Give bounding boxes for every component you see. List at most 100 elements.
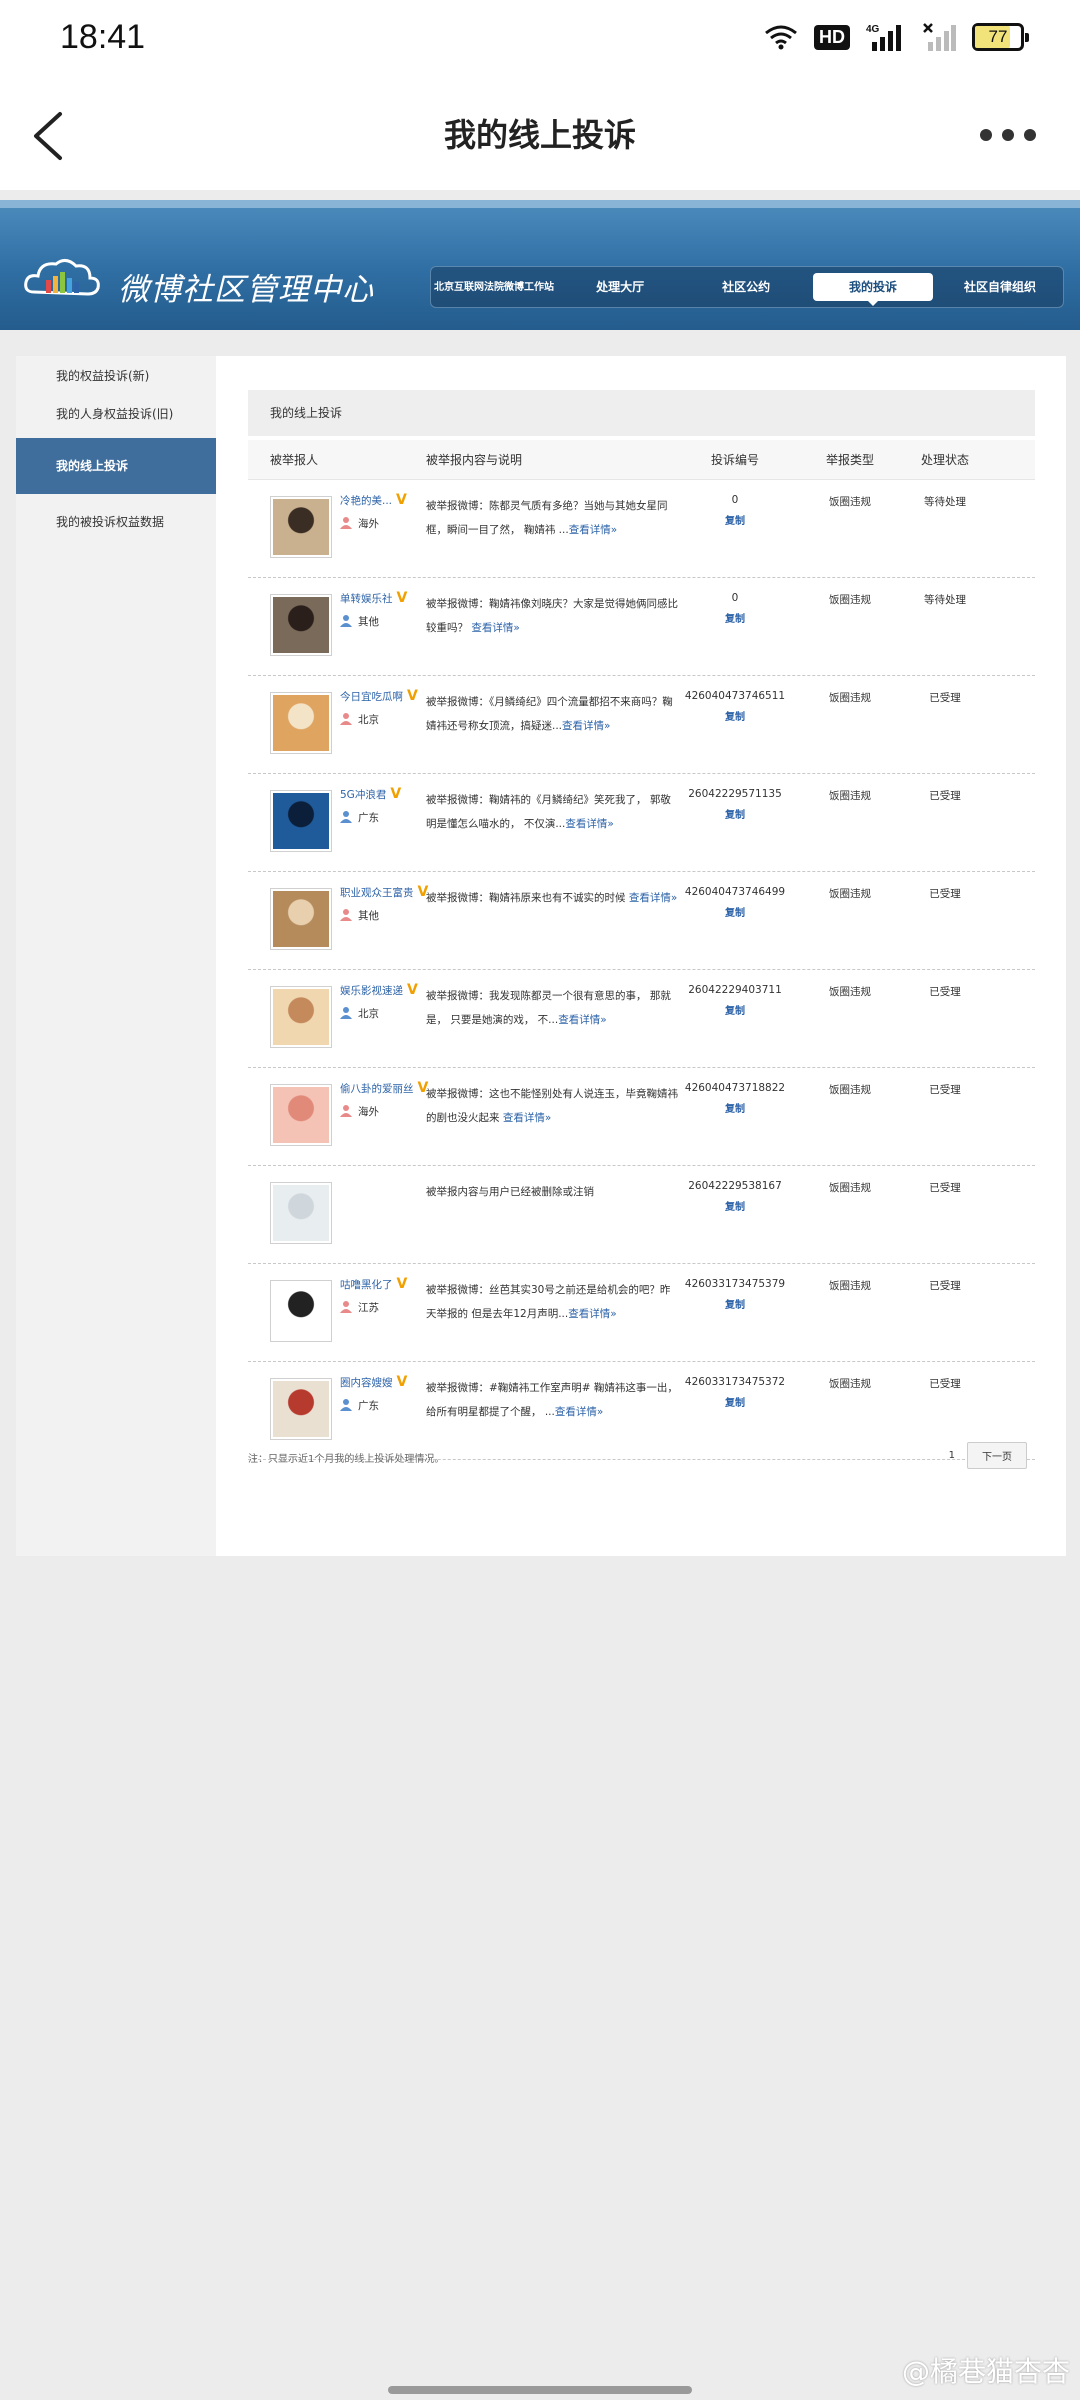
content-text: 被举报微博：鞠婧祎的《月鳞绮纪》笑死我了， 郭敬明是懂怎么喵水的， 不仅演... [426,794,671,830]
user-name-text[interactable]: 咕噜黑化了 [340,1279,393,1291]
table-row: 职业观众王富贵 V 其他 被举报微博：鞠婧祎原来也有不诚实的时候 查看详情» 42… [248,872,1035,970]
verified-badge-icon: V [407,688,418,704]
complaint-number: 426033173475372 [684,1376,786,1388]
reported-user-name[interactable]: 今日宜吃瓜啊 V [340,688,418,704]
complaint-number: 426040473746511 [684,690,786,702]
reported-user-cell [248,1166,424,1263]
user-name-text[interactable]: 今日宜吃瓜啊 [340,691,403,703]
more-menu-button[interactable] [980,120,1044,150]
view-details-link[interactable]: 查看详情» [568,1308,616,1320]
reported-user-cell: 单转娱乐社 V 其他 [248,578,424,675]
reported-user-cell: 冷艳的美... V 海外 [248,480,424,577]
verified-badge-icon: V [417,1080,429,1096]
col-reported-user: 被举报人 [270,453,319,467]
nav-processing-hall[interactable]: 处理大厅 [557,280,683,294]
user-name-text[interactable]: 冷艳的美... [340,495,392,507]
reported-user-name[interactable]: 5G冲浪君 V [340,786,401,802]
avatar[interactable] [270,1182,332,1244]
avatar[interactable] [270,692,332,754]
view-details-link[interactable]: 查看详情» [562,720,610,732]
reported-user-cell: 今日宜吃瓜啊 V 北京 [248,676,424,773]
status: 等待处理 [924,496,966,508]
user-name-text[interactable]: 职业观众王富贵 [340,887,414,899]
user-name-text[interactable]: 单转娱乐社 [340,593,393,605]
content-cell: 被举报微博：丝芭其实30号之前还是给机会的吧？昨天举报的 但是去年12月声明..… [424,1264,680,1361]
avatar[interactable] [270,496,332,558]
reported-user-name[interactable]: 圈内容嫂嫂 V [340,1374,407,1390]
avatar[interactable] [270,1084,332,1146]
copy-button[interactable]: 复制 [680,904,790,919]
report-type: 饭圈违规 [829,888,871,900]
report-type: 饭圈违规 [829,1378,871,1390]
reported-user-name[interactable]: 咕噜黑化了 V [340,1276,407,1292]
view-details-link[interactable]: 查看详情» [629,892,677,904]
person-icon [340,909,352,921]
complaint-number-cell: 0 复制 [680,578,790,675]
avatar[interactable] [270,986,332,1048]
complaint-number: 26042229538167 [688,1180,782,1192]
copy-button[interactable]: 复制 [680,512,790,527]
content-cell: 被举报微博：这也不能怪别处有人说连玉，毕竟鞠婧祎的剧也没火起来 查看详情» [424,1068,680,1165]
sidebar-item-online-complaints[interactable]: 我的线上投诉 [16,438,216,494]
person-icon [340,1301,352,1313]
complaint-number: 426040473718822 [684,1082,786,1094]
nav-court-station[interactable]: 北京互联网法院微博工作站 [431,281,557,294]
complaint-number-cell: 26042229403711 复制 [680,970,790,1067]
avatar[interactable] [270,594,332,656]
user-name-text[interactable]: 娱乐影视速递 [340,985,403,997]
user-name-text[interactable]: 偷八卦的爱丽丝 [340,1083,414,1095]
reported-user-name[interactable]: 偷八卦的爱丽丝 V [340,1080,428,1096]
reported-user-cell: 5G冲浪君 V 广东 [248,774,424,871]
view-details-link[interactable]: 查看详情» [471,622,519,634]
content-text: 被举报微博：鞠婧祎像刘晓庆？大家是觉得她俩同感比较重吗？ [426,598,678,634]
copy-button[interactable]: 复制 [680,1198,790,1213]
verified-badge-icon: V [396,1374,408,1390]
view-details-link[interactable]: 查看详情» [569,524,617,536]
next-page-button[interactable]: 下一页 [967,1442,1027,1469]
complaint-number-cell: 426040473718822 复制 [680,1068,790,1165]
content-cell: 被举报微博：我发现陈都灵一个很有意思的事， 那就是， 只要是她演的戏， 不...… [424,970,680,1067]
status: 已受理 [929,692,961,704]
copy-button[interactable]: 复制 [680,1100,790,1115]
status: 已受理 [929,1280,961,1292]
footer-note: 注：只显示近1个月我的线上投诉处理情况。 [248,1454,445,1465]
view-details-link[interactable]: 查看详情» [555,1406,603,1418]
user-name-text[interactable]: 5G冲浪君 [340,789,386,801]
sidebar-item-personal-rights-old[interactable]: 我的人身权益投诉(旧) [16,394,216,434]
location-text: 广东 [358,1400,379,1412]
user-name-text[interactable]: 圈内容嫂嫂 [340,1377,393,1389]
reported-user-name[interactable]: 单转娱乐社 V [340,590,407,606]
nav-self-regulation[interactable]: 社区自律组织 [937,280,1063,294]
avatar[interactable] [270,1378,332,1440]
page-number[interactable]: 1 [949,1450,955,1461]
complaint-number-cell: 426040473746499 复制 [680,872,790,969]
reported-user-name[interactable]: 职业观众王富贵 V [340,884,428,900]
view-details-link[interactable]: 查看详情» [565,818,613,830]
person-icon [340,1399,352,1411]
reported-user-name[interactable]: 娱乐影视速递 V [340,982,418,998]
copy-button[interactable]: 复制 [680,708,790,723]
sidebar-item-complained-data[interactable]: 我的被投诉权益数据 [16,502,216,542]
report-type: 饭圈违规 [829,692,871,704]
sidebar-item-rights-complaints-new[interactable]: 我的权益投诉(新) [16,358,216,394]
copy-button[interactable]: 复制 [680,806,790,821]
avatar[interactable] [270,1280,332,1342]
reported-user-name[interactable]: 冷艳的美... V [340,492,407,508]
avatar[interactable] [270,888,332,950]
view-details-link[interactable]: 查看详情» [558,1014,606,1026]
nav-my-complaints[interactable]: 我的投诉 [813,273,933,306]
person-icon [340,1007,352,1019]
nav-community-rules[interactable]: 社区公约 [683,280,809,294]
location-text: 其他 [358,910,379,922]
wifi-icon [765,25,797,50]
home-indicator[interactable] [388,2386,692,2394]
view-details-link[interactable]: 查看详情» [503,1112,551,1124]
content-cell: 被举报微博：陈都灵气质有多绝？当她与其她女星同框，瞬间一目了然， 鞠婧祎 ...… [424,480,680,577]
complaint-number: 0 [731,494,739,506]
col-report-type: 举报类型 [825,453,874,467]
avatar[interactable] [270,790,332,852]
copy-button[interactable]: 复制 [680,1394,790,1409]
copy-button[interactable]: 复制 [680,1296,790,1311]
copy-button[interactable]: 复制 [680,1002,790,1017]
copy-button[interactable]: 复制 [680,610,790,625]
